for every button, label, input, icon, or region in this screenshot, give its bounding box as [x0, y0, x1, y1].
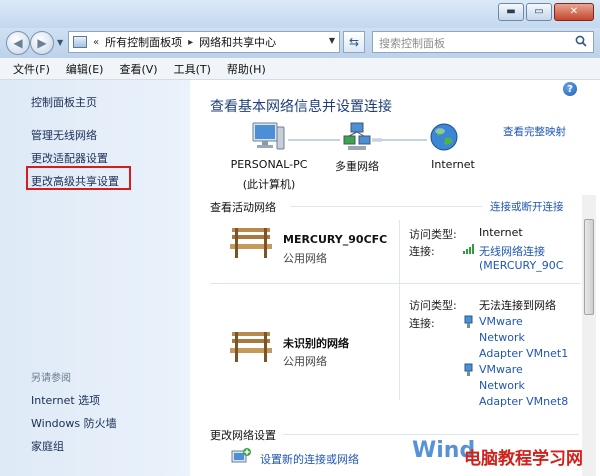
network2-access-value: 无法连接到网络: [479, 299, 556, 312]
menu-bar: 文件(F) 编辑(E) 查看(V) 工具(T) 帮助(H): [0, 58, 600, 80]
title-bar: ▬ ▭ ✕: [0, 0, 600, 28]
menu-file[interactable]: 文件(F): [13, 61, 50, 77]
link-line-pc-multi: [288, 139, 340, 141]
network2-connection-key: 连接:: [409, 317, 435, 330]
wireless-connection-ssid-link[interactable]: (MERCURY_90C: [479, 259, 563, 272]
active-networks-title: 查看活动网络: [210, 201, 276, 214]
sidebar-item-control-panel-home[interactable]: 控制面板主页: [31, 94, 97, 110]
multiple-networks-icon[interactable]: [342, 121, 372, 153]
close-button[interactable]: ✕: [554, 3, 594, 21]
vmnet8-link-line2[interactable]: Network: [479, 379, 525, 392]
computer-name-label: PERSONAL-PC: [230, 158, 308, 171]
see-also-title: 另请参阅: [31, 373, 71, 384]
search-icon[interactable]: [575, 35, 587, 47]
menu-help[interactable]: 帮助(H): [227, 61, 266, 77]
network2-access-key: 访问类型:: [409, 299, 457, 312]
vmnet1-link-line3[interactable]: Adapter VMnet1: [479, 347, 568, 360]
forward-arrow-icon: ▶: [37, 36, 47, 50]
address-bar[interactable]: « 所有控制面板项 ▸ 网络和共享中心 ▼: [68, 31, 340, 53]
network2-name: 未识别的网络: [283, 337, 349, 350]
ethernet-adapter-icon: [464, 315, 473, 328]
control-panel-icon: [73, 36, 87, 48]
network1-access-value: Internet: [479, 226, 523, 239]
minimize-button[interactable]: ▬: [498, 3, 524, 21]
computer-sub-label: (此计算机): [242, 178, 296, 191]
computer-icon[interactable]: [251, 121, 285, 153]
sidebar-item-homegroup[interactable]: 家庭组: [31, 438, 64, 454]
sidebar-item-windows-firewall[interactable]: Windows 防火墙: [31, 415, 117, 431]
maximize-button[interactable]: ▭: [526, 3, 552, 21]
section-divider: [283, 434, 579, 435]
help-icon[interactable]: ?: [563, 82, 577, 96]
refresh-button[interactable]: ⇆: [343, 31, 365, 53]
unidentified-network-icon[interactable]: [228, 330, 274, 364]
window-controls: ▬ ▭ ✕: [498, 3, 594, 21]
highlight-box: [26, 166, 131, 190]
menu-tools[interactable]: 工具(T): [174, 61, 211, 77]
breadcrumb-separator-icon[interactable]: ▸: [188, 37, 193, 48]
public-network-icon[interactable]: [228, 226, 274, 260]
link-line-multi-internet: [372, 139, 427, 141]
multiple-networks-label: 多重网络: [335, 160, 379, 173]
internet-globe-icon[interactable]: [428, 121, 460, 153]
sidebar-item-internet-options[interactable]: Internet 选项: [31, 392, 100, 408]
change-settings-title: 更改网络设置: [210, 429, 276, 442]
refresh-icon: ⇆: [348, 35, 360, 49]
vertical-scrollbar[interactable]: [582, 195, 596, 476]
recent-pages-dropdown-icon[interactable]: ▼: [57, 38, 63, 47]
sidebar-item-adapter-settings[interactable]: 更改适配器设置: [31, 150, 108, 166]
menu-view[interactable]: 查看(V): [119, 61, 157, 77]
network1-connection-key: 连接:: [409, 245, 435, 258]
network1-access-key: 访问类型:: [409, 228, 457, 241]
breadcrumb-network-center[interactable]: 网络和共享中心: [199, 34, 276, 50]
breadcrumb-overflow[interactable]: «: [93, 37, 99, 48]
watermark-red: 电脑教程学习网: [464, 449, 583, 469]
search-input[interactable]: 搜索控制面板: [372, 31, 594, 53]
network-separator: [210, 283, 580, 284]
sidebar-item-manage-wireless[interactable]: 管理无线网络: [31, 127, 97, 143]
back-button[interactable]: ◀: [6, 31, 30, 55]
menu-edit[interactable]: 编辑(E): [66, 61, 104, 77]
network-divider: [399, 220, 400, 400]
wireless-connection-link[interactable]: 无线网络连接: [479, 243, 545, 259]
breadcrumb-all-items[interactable]: 所有控制面板项: [105, 34, 182, 50]
vmnet8-link-line3[interactable]: Adapter VMnet8: [479, 395, 568, 408]
vmnet8-link-line1[interactable]: VMware: [479, 363, 523, 376]
wireless-signal-icon: [463, 244, 474, 254]
section-divider: [290, 206, 482, 207]
connect-disconnect-link[interactable]: 连接或断开连接: [490, 199, 564, 214]
back-arrow-icon: ◀: [13, 36, 23, 50]
vmnet1-link-line1[interactable]: VMware: [479, 315, 523, 328]
address-dropdown-icon[interactable]: ▼: [329, 36, 335, 45]
full-map-link[interactable]: 查看完整映射: [503, 124, 566, 139]
ethernet-adapter-icon: [464, 363, 473, 376]
network2-type-link[interactable]: 公用网络: [283, 353, 327, 369]
page-title: 查看基本网络信息并设置连接: [210, 99, 392, 115]
network1-name: MERCURY_90CFC: [283, 233, 388, 246]
navigation-bar: ◀ ▶ ▼ « 所有控制面板项 ▸ 网络和共享中心 ▼ ⇆ 搜索控制面板: [0, 28, 600, 58]
search-placeholder: 搜索控制面板: [379, 37, 445, 50]
network1-type-link[interactable]: 公用网络: [283, 250, 327, 266]
vmnet1-link-line2[interactable]: Network: [479, 331, 525, 344]
forward-button[interactable]: ▶: [30, 31, 54, 55]
setup-new-connection-link[interactable]: 设置新的连接或网络: [260, 451, 359, 467]
scrollbar-thumb[interactable]: [584, 219, 594, 315]
new-connection-icon: [231, 448, 251, 463]
internet-label: Internet: [431, 158, 475, 171]
